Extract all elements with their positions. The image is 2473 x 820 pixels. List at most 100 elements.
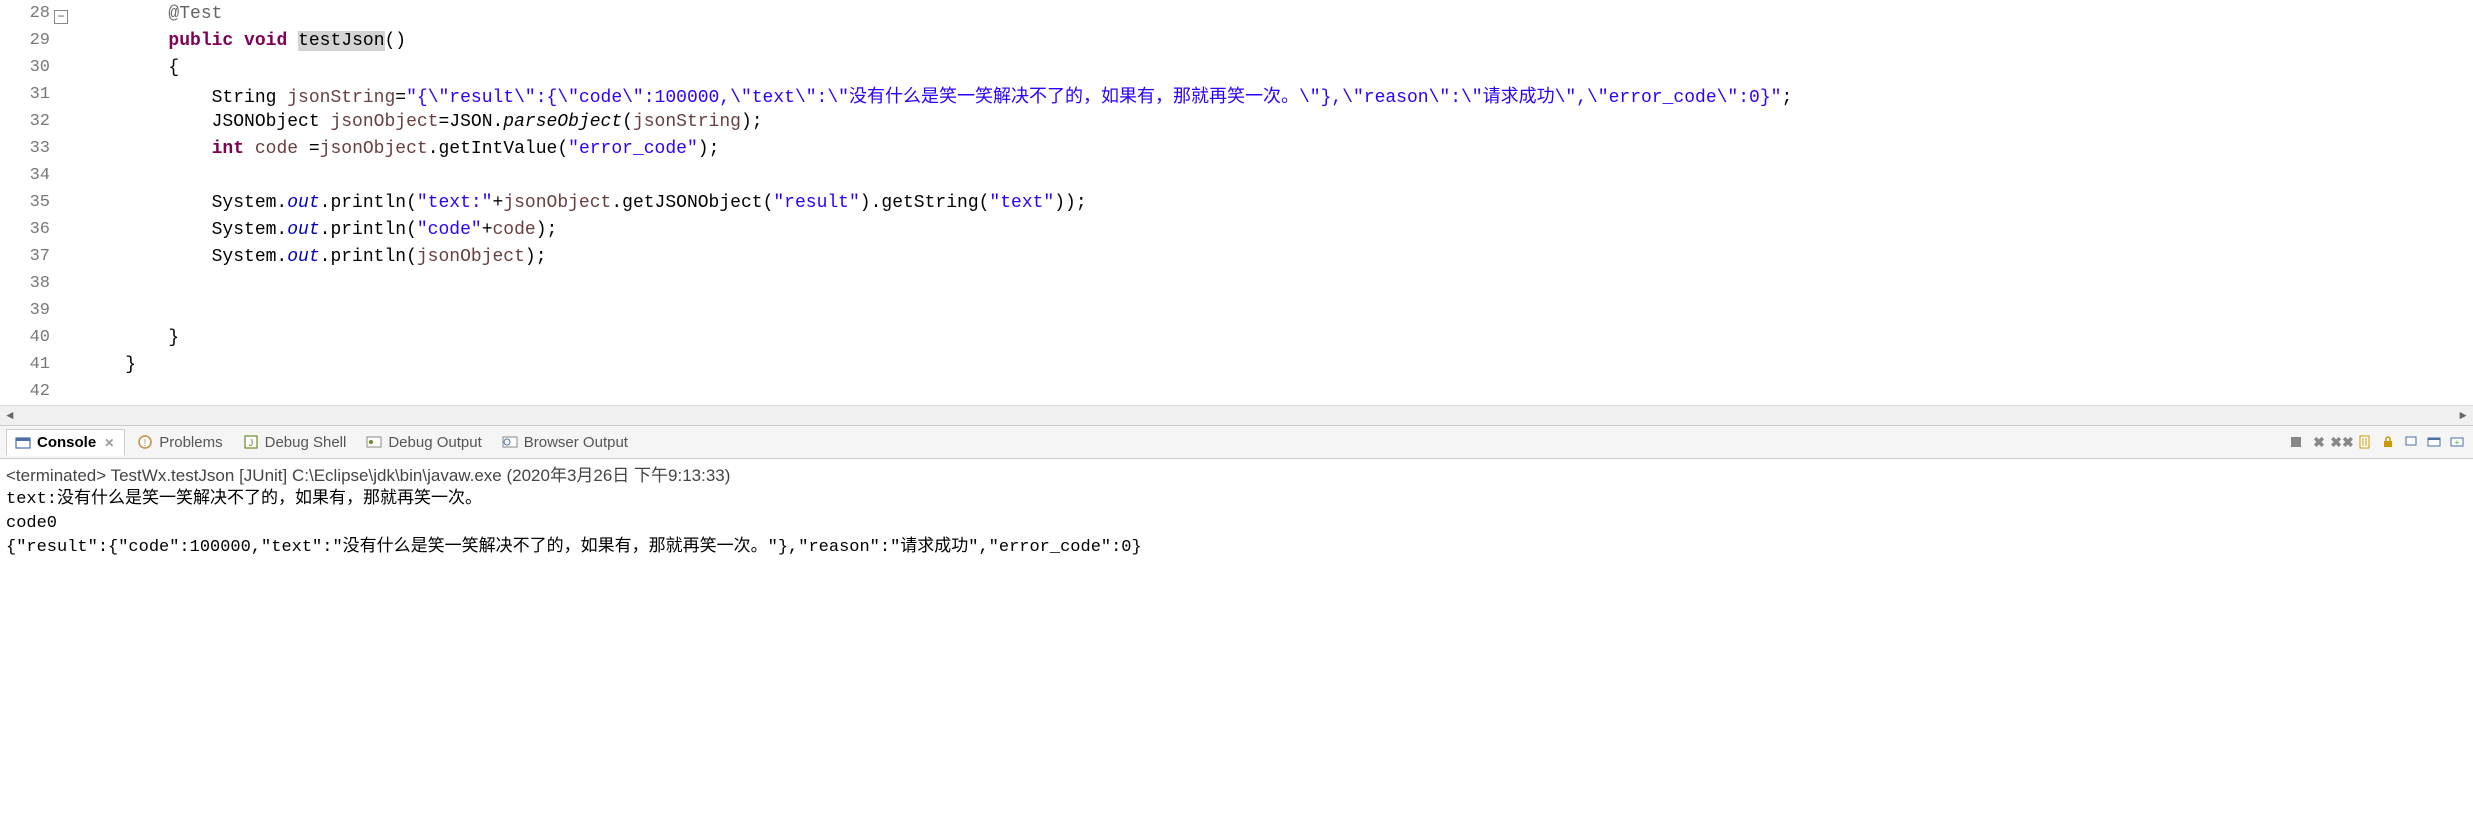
tab-problems[interactable]: ! Problems [129,430,230,455]
problems-icon: ! [137,434,153,450]
code-token: ); [536,220,558,240]
debug-output-icon [366,434,382,450]
tab-console[interactable]: Console ✕ [6,429,125,456]
pin-console-icon[interactable] [2401,432,2421,452]
svg-text:!: ! [144,438,147,449]
code-line[interactable]: 38 [0,270,2473,297]
code-content[interactable]: JSONObject jsonObject=JSON.parseObject(j… [58,112,763,132]
tab-browser-output-label: Browser Output [524,434,628,451]
console-output-line: code0 [0,512,2473,536]
browser-output-icon [502,434,518,450]
code-content[interactable]: int code =jsonObject.getIntValue("error_… [58,139,719,159]
code-token: ); [525,247,547,267]
console-output-line: {"result":{"code":100000,"text":"没有什么是笑一… [0,536,2473,560]
code-content[interactable]: { [58,58,179,78]
code-line[interactable]: 29 public void testJson() [0,27,2473,54]
code-token: = [298,139,320,159]
line-number: 31 [0,85,58,104]
code-line[interactable]: 35 System.out.println("text:"+jsonObject… [0,189,2473,216]
code-line[interactable]: 33 int code =jsonObject.getIntValue("err… [0,135,2473,162]
terminate-icon[interactable] [2286,432,2306,452]
code-line[interactable]: 32 JSONObject jsonObject=JSON.parseObjec… [0,108,2473,135]
code-content[interactable]: System.out.println("code"+code); [58,220,557,240]
code-line[interactable]: 40 } [0,324,2473,351]
code-token: "text" [989,193,1054,213]
code-token: .getIntValue( [428,139,568,159]
code-line[interactable]: 41 } [0,351,2473,378]
code-token: System. [212,220,288,240]
code-line[interactable]: 31 String jsonString="{\"result\":{\"cod… [0,81,2473,108]
code-line[interactable]: 39 [0,297,2473,324]
code-token: jsonString [633,112,741,132]
code-line[interactable]: 42 [0,378,2473,405]
code-content[interactable]: @Test [58,4,222,24]
code-token: ); [698,139,720,159]
code-token: "{\"result\":{\"code\":100000,\"text\":\… [406,88,1781,108]
svg-text:J: J [248,438,253,448]
code-content[interactable]: System.out.println("text:"+jsonObject.ge… [58,193,1087,213]
code-token: () [385,31,407,51]
code-token: } [125,355,136,375]
code-token: "code" [417,220,482,240]
code-token: JSONObject [212,112,331,132]
code-token: out [287,193,319,213]
line-number: 34 [0,166,58,185]
tab-debug-output[interactable]: Debug Output [358,430,489,455]
code-content[interactable]: public void testJson() [58,31,406,51]
code-token: + [482,220,493,240]
line-number: 28− [0,4,58,23]
code-line[interactable]: 30 { [0,54,2473,81]
code-line[interactable]: 34 [0,162,2473,189]
code-token: + [493,193,504,213]
code-content[interactable]: System.out.println(jsonObject); [58,247,547,267]
line-number: 40 [0,328,58,347]
tab-browser-output[interactable]: Browser Output [494,430,636,455]
code-token: jsonObject [417,247,525,267]
code-token: code [493,220,536,240]
remove-all-icon[interactable]: ✖✖ [2332,432,2352,452]
code-line[interactable]: 28− @Test [0,0,2473,27]
horizontal-scrollbar[interactable]: ◄ ► [0,405,2473,425]
code-token: out [287,220,319,240]
code-token: "result" [773,193,859,213]
remove-launch-icon[interactable]: ✖ [2309,432,2329,452]
code-editor[interactable]: 28− @Test29 public void testJson()30 {31… [0,0,2473,405]
console-view[interactable]: <terminated> TestWx.testJson [JUnit] C:\… [0,459,2473,820]
line-number: 32 [0,112,58,131]
tab-debug-shell[interactable]: J Debug Shell [235,430,355,455]
scroll-right-arrow[interactable]: ► [2453,406,2473,426]
line-number: 35 [0,193,58,212]
code-content[interactable]: String jsonString="{\"result\":{\"code\"… [58,82,1792,108]
code-line[interactable]: 37 System.out.println(jsonObject); [0,243,2473,270]
tab-console-label: Console [37,434,96,451]
code-line[interactable]: 36 System.out.println("code"+code); [0,216,2473,243]
bottom-tabbar: Console ✕ ! Problems J Debug Shell Debug… [0,425,2473,459]
tab-debug-shell-label: Debug Shell [265,434,347,451]
debug-shell-icon: J [243,434,259,450]
code-token: )); [1054,193,1086,213]
code-token: jsonObject [330,112,438,132]
open-console-icon[interactable]: + [2447,432,2467,452]
code-token [244,139,255,159]
code-token: public [168,31,233,51]
display-selected-icon[interactable] [2424,432,2444,452]
line-number: 42 [0,382,58,401]
tab-problems-label: Problems [159,434,222,451]
close-icon[interactable]: ✕ [102,436,116,450]
line-number: 33 [0,139,58,158]
code-token: parseObject [503,112,622,132]
fold-toggle-icon[interactable]: − [54,10,68,24]
code-token: } [168,328,179,348]
code-content[interactable]: } [58,328,179,348]
code-token: int [212,139,244,159]
line-number: 29 [0,31,58,50]
scroll-lock-icon[interactable] [2378,432,2398,452]
clear-console-icon[interactable] [2355,432,2375,452]
scroll-left-arrow[interactable]: ◄ [0,406,20,426]
console-icon [15,435,31,451]
code-token: ; [1781,88,1792,108]
code-content[interactable]: } [58,355,136,375]
code-token: "error_code" [568,139,698,159]
code-token: ); [741,112,763,132]
code-token: code [255,139,298,159]
